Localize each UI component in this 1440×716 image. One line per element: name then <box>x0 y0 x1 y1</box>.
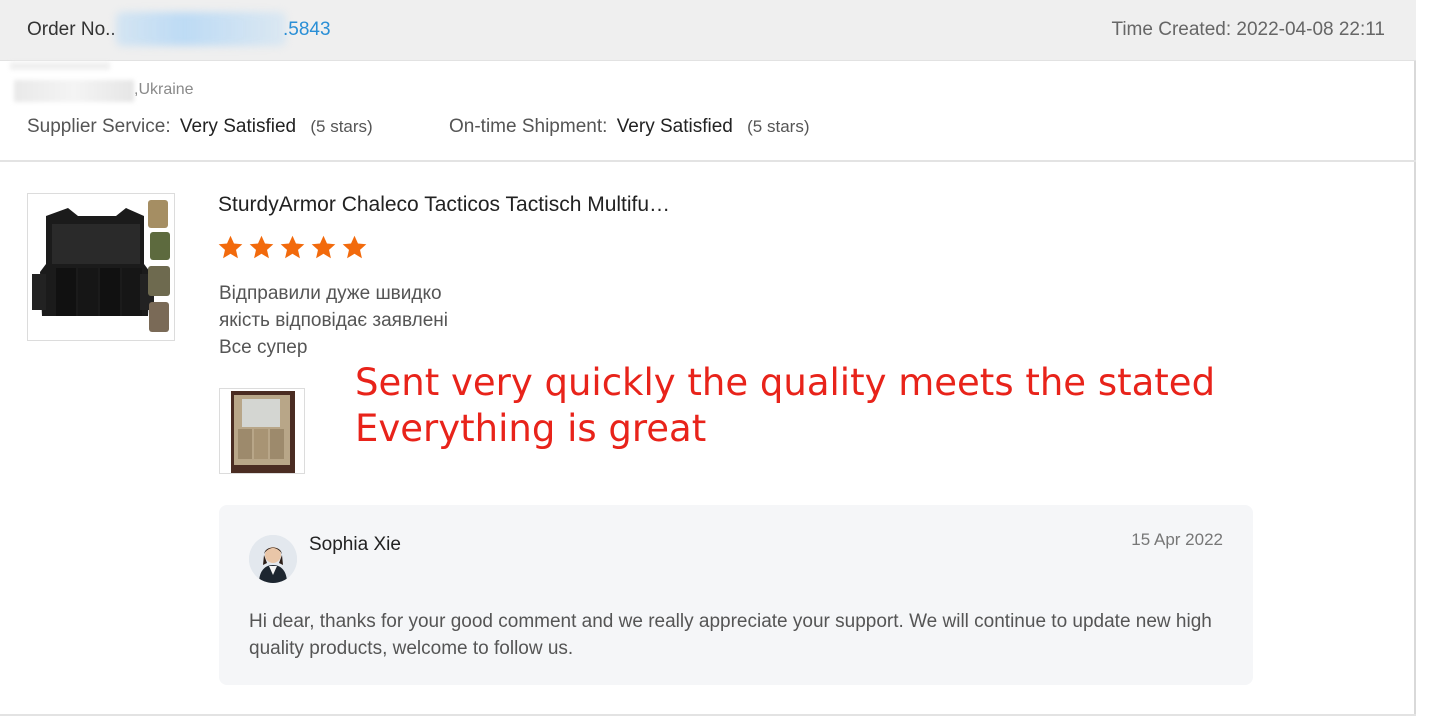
star-icon <box>311 235 336 259</box>
order-number-redacted <box>116 12 286 46</box>
star-icon <box>249 235 274 259</box>
time-created: Time Created: 2022-04-08 22:11 <box>1111 19 1385 40</box>
translation-annotation: Sent very quickly the quality meets the … <box>355 360 1215 452</box>
supplier-service-value: Very Satisfied <box>179 116 297 137</box>
supplier-service-rating: Supplier Service: Very Satisfied (5 star… <box>27 116 373 138</box>
seller-avatar-icon <box>249 535 297 583</box>
section-divider <box>0 160 1416 162</box>
seller-name: Sophia Xie <box>309 534 401 555</box>
star-icon <box>342 235 367 259</box>
product-thumbnail[interactable] <box>27 193 175 341</box>
buyer-name-redacted <box>10 62 110 70</box>
shipment-label: On-time Shipment: <box>449 116 608 137</box>
shipment-rating: On-time Shipment: Very Satisfied (5 star… <box>449 116 809 138</box>
order-number-label: Order No.. <box>27 19 116 40</box>
star-icon <box>280 235 305 259</box>
supplier-service-label: Supplier Service: <box>27 116 171 137</box>
translation-line-2: Everything is great <box>355 407 707 450</box>
avatar <box>249 535 297 583</box>
review-photo-image <box>220 389 304 473</box>
order-header: Order No.. .5843 Time Created: 2022-04-0… <box>0 0 1416 61</box>
supplier-service-stars: (5 stars) <box>310 117 373 136</box>
shipment-value: Very Satisfied <box>616 116 733 137</box>
review-photo-thumbnail[interactable] <box>219 388 305 474</box>
star-icon <box>218 235 243 259</box>
tactical-vest-image <box>28 194 174 340</box>
review-line: Відправили дуже швидко <box>219 283 442 304</box>
shipment-stars: (5 stars) <box>747 117 810 136</box>
reply-date: 15 Apr 2022 <box>1131 530 1223 549</box>
order-number-link[interactable]: .5843 <box>283 19 331 41</box>
buyer-location: ,Ukraine <box>134 81 194 98</box>
review-line: якість відповідає заявлені <box>219 310 448 331</box>
product-title[interactable]: SturdyArmor Chaleco Tacticos Tactisch Mu… <box>218 193 670 217</box>
seller-reply: Sophia Xie 15 Apr 2022 Hi dear, thanks f… <box>219 505 1253 685</box>
translation-line-1: Sent very quickly the quality meets the … <box>355 361 1216 404</box>
reply-text: Hi dear, thanks for your good comment an… <box>249 611 1212 659</box>
star-rating <box>217 234 368 261</box>
review-text: Відправили дуже швидко якість відповідає… <box>219 280 448 361</box>
review-line: Все супер <box>219 337 308 358</box>
buyer-location-redacted <box>14 80 134 102</box>
